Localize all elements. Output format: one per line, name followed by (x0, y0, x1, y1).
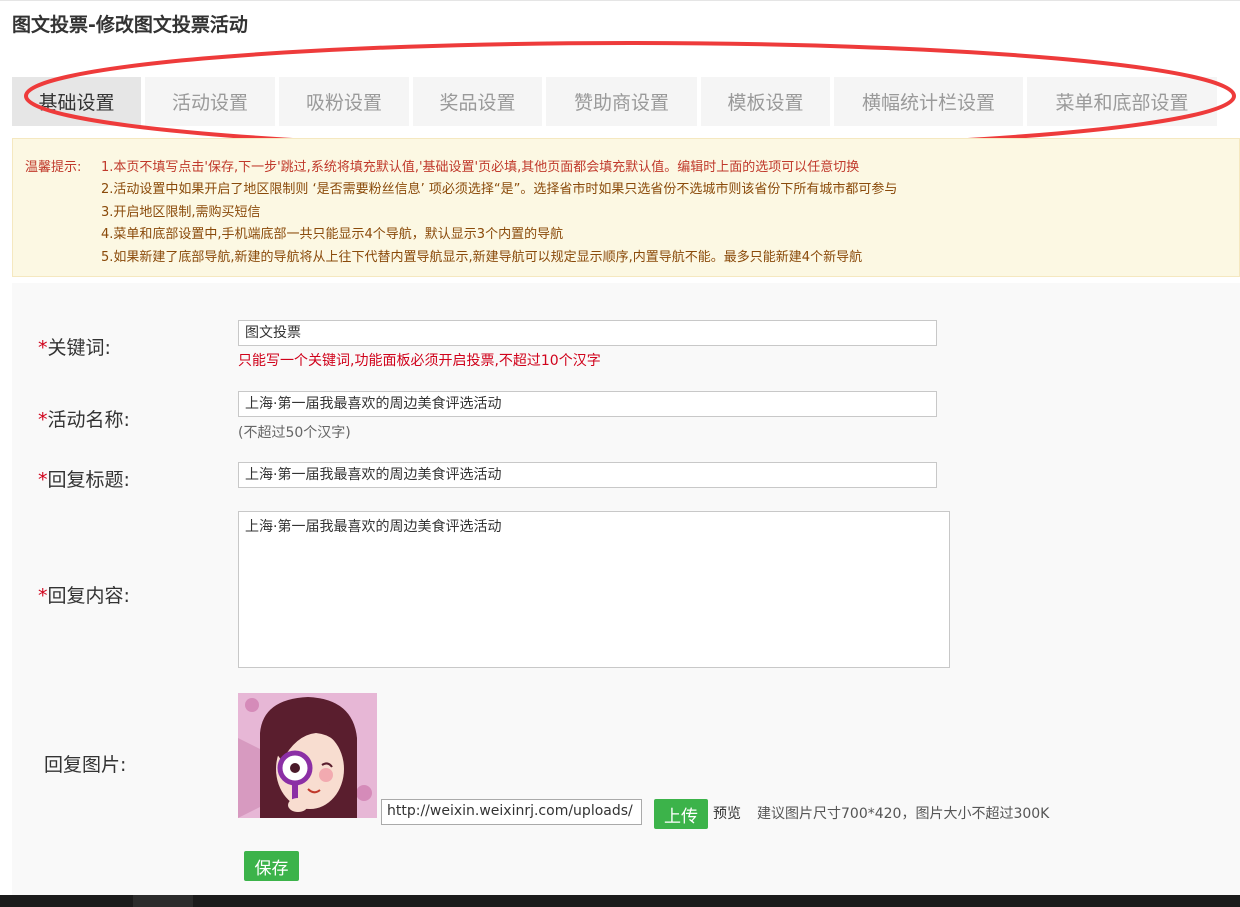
reply-title-input[interactable]: 上海·第一届我最喜欢的周边美食评选活动 (238, 462, 937, 488)
tab-banner-stats-settings[interactable]: 横幅统计栏设置 (834, 77, 1023, 126)
tips-label: 温馨提示: (25, 160, 82, 175)
reply-title-label-text: 回复标题: (47, 469, 130, 491)
keyword-label-text: 关键词: (47, 337, 111, 359)
activity-name-label-text: 活动名称: (47, 409, 130, 431)
reply-content-label: *回复内容: (38, 581, 130, 608)
tab-template-settings[interactable]: 模板设置 (701, 77, 830, 126)
required-mark: * (38, 337, 48, 359)
tip-line-2: 2.活动设置中如果开启了地区限制则 ‘是否需要粉丝信息’ 项必须选择“是”。选择… (101, 182, 898, 197)
save-button[interactable]: 保存 (244, 851, 299, 881)
settings-tab-bar: 基础设置 活动设置 吸粉设置 奖品设置 赞助商设置 模板设置 横幅统计栏设置 菜… (12, 77, 1240, 126)
tips-box: 温馨提示: 1.本页不填写点击'保存,下一步'跳过,系统将填充默认值,'基础设置… (12, 138, 1240, 277)
image-url-input[interactable]: http://weixin.weixinrj.com/uploads/ (381, 799, 642, 825)
keyword-label: *关键词: (38, 333, 111, 360)
taskbar-item[interactable] (133, 895, 193, 907)
preview-link[interactable]: 预览 (713, 803, 741, 823)
activity-name-input[interactable]: 上海·第一届我最喜欢的周边美食评选活动 (238, 391, 937, 417)
top-divider (0, 0, 1240, 1)
page-title: 图文投票-修改图文投票活动 (12, 14, 248, 36)
reply-title-label: *回复标题: (38, 465, 130, 492)
reply-image-thumbnail (238, 693, 377, 818)
required-mark: * (38, 469, 48, 491)
tip-line-5: 5.如果新建了底部导航,新建的导航将从上往下代替内置导航显示,新建导航可以规定显… (101, 250, 863, 265)
reply-content-label-text: 回复内容: (47, 585, 130, 607)
keyword-hint: 只能写一个关键词,功能面板必须开启投票,不超过10个汉字 (238, 353, 601, 369)
tab-basic-settings[interactable]: 基础设置 (12, 77, 141, 126)
activity-name-label: *活动名称: (38, 405, 130, 432)
keyword-input[interactable]: 图文投票 (238, 320, 937, 346)
tip-line-4: 4.菜单和底部设置中,手机端底部一共只能显示4个导航，默认显示3个内置的导航 (101, 227, 564, 242)
tab-sponsor-settings[interactable]: 赞助商设置 (546, 77, 697, 126)
reply-content-textarea[interactable]: 上海·第一届我最喜欢的周边美食评选活动 (238, 511, 950, 668)
upload-button[interactable]: 上传 (654, 799, 708, 829)
tab-prize-settings[interactable]: 奖品设置 (413, 77, 542, 126)
tab-fan-settings[interactable]: 吸粉设置 (279, 77, 409, 126)
bottom-taskbar (0, 895, 1240, 907)
activity-name-hint: (不超过50个汉字) (238, 425, 351, 441)
required-mark: * (38, 585, 48, 607)
tab-activity-settings[interactable]: 活动设置 (145, 77, 275, 126)
tab-menu-footer-settings[interactable]: 菜单和底部设置 (1027, 77, 1217, 126)
required-mark: * (38, 409, 48, 431)
tip-line-1: 1.本页不填写点击'保存,下一步'跳过,系统将填充默认值,'基础设置'页必填,其… (101, 160, 860, 175)
reply-image-label: 回复图片: (44, 754, 127, 776)
image-size-hint: 建议图片尺寸700*420，图片大小不超过300K (757, 806, 1050, 822)
tip-line-3: 3.开启地区限制,需购买短信 (101, 205, 261, 220)
